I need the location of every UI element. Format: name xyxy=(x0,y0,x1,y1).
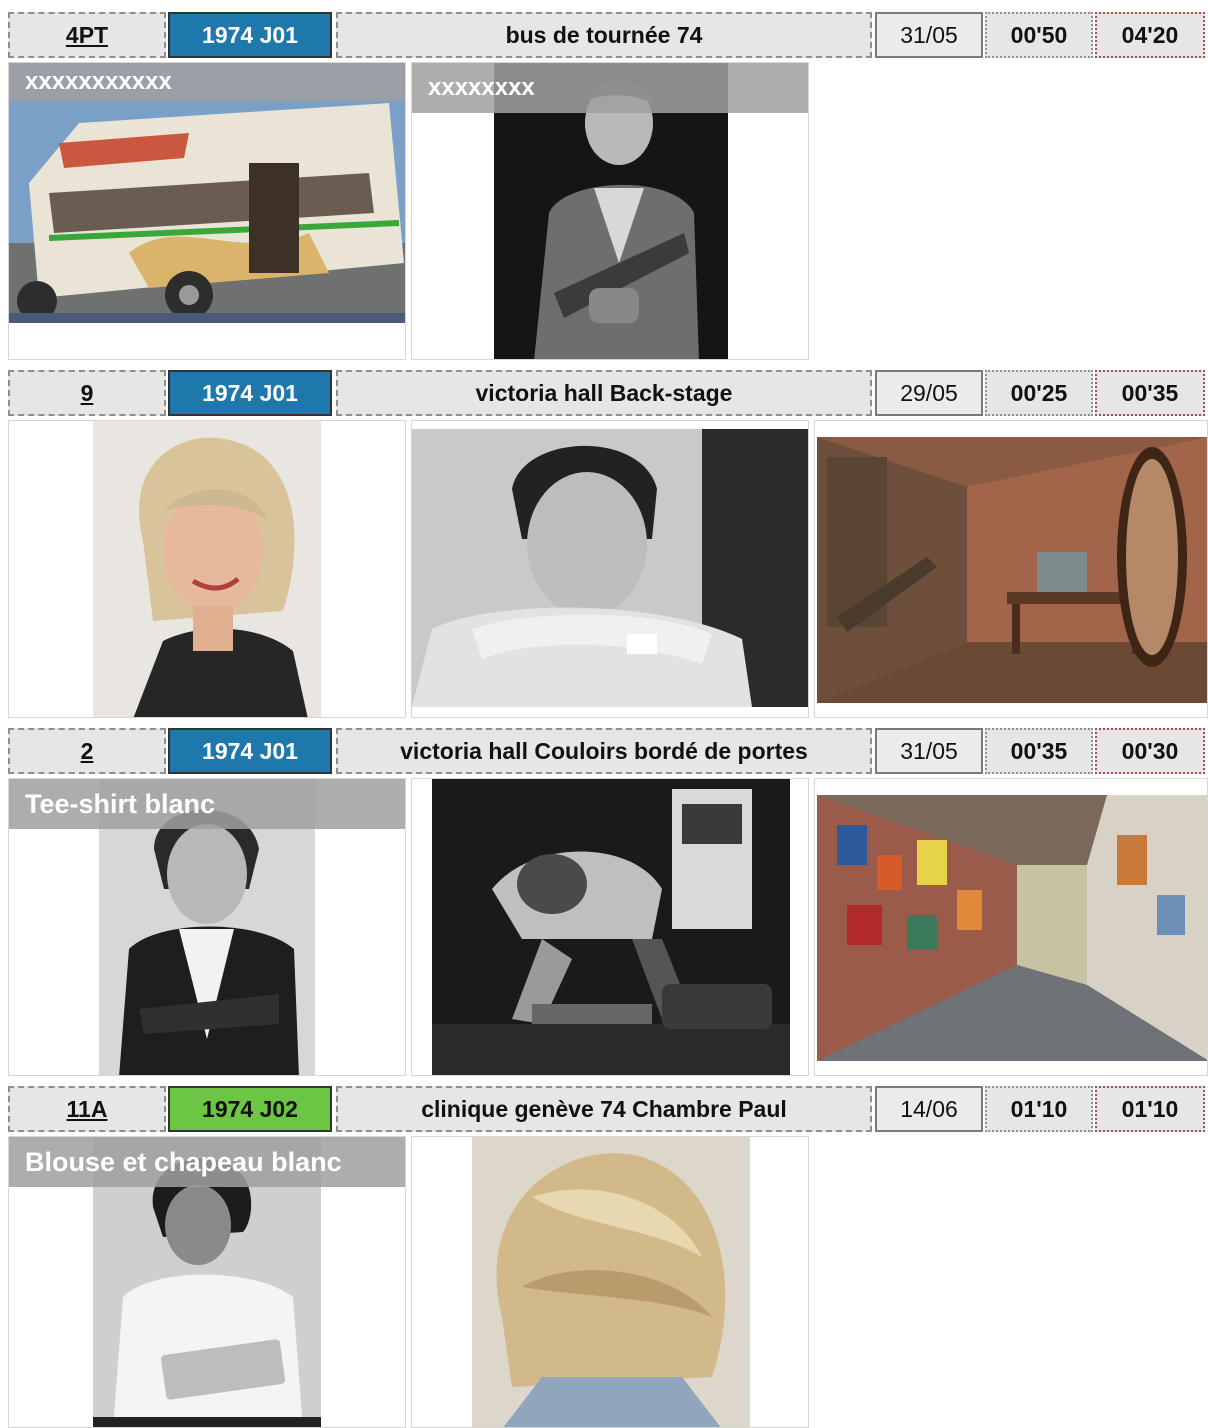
scene-date: 29/05 xyxy=(875,370,983,416)
bus-photo xyxy=(9,63,405,323)
scene-header: 2 1974 J01 victoria hall Couloirs bordé … xyxy=(0,724,1208,776)
scene-title: victoria hall Couloirs bordé de portes xyxy=(336,728,872,774)
scene-time: 00'30 xyxy=(1095,728,1205,774)
scene-duration: 00'50 xyxy=(985,12,1093,58)
reference-panel: Blouse et chapeau blanc xyxy=(8,1136,406,1428)
scene-date: 14/06 xyxy=(875,1086,983,1132)
scene-number[interactable]: 4PT xyxy=(8,12,166,58)
scene-title: victoria hall Back-stage xyxy=(336,370,872,416)
reference-panel: xxxxxxxx xyxy=(411,62,809,360)
scene-date: 31/05 xyxy=(875,728,983,774)
poster-corridor-photo xyxy=(817,795,1207,1061)
scene-number[interactable]: 11A xyxy=(8,1086,166,1132)
scene-number[interactable]: 9 xyxy=(8,370,166,416)
stage-musician-photo xyxy=(432,779,790,1075)
reference-panel xyxy=(814,778,1208,1076)
reference-panel xyxy=(411,778,809,1076)
episode-badge: 1974 J01 xyxy=(168,370,332,416)
costume-caption: xxxxxxxx xyxy=(412,63,808,113)
scene-title: clinique genève 74 Chambre Paul xyxy=(336,1086,872,1132)
scene-time: 00'35 xyxy=(1095,370,1205,416)
scene-header: 11A 1974 J02 clinique genève 74 Chambre … xyxy=(0,1082,1208,1134)
reference-panel xyxy=(814,420,1208,718)
scene-date: 31/05 xyxy=(875,12,983,58)
layered-haircut-photo xyxy=(472,1137,750,1427)
reference-panel xyxy=(8,420,406,718)
scene-time: 04'20 xyxy=(1095,12,1205,58)
episode-badge: 1974 J01 xyxy=(168,728,332,774)
costume-caption: Tee-shirt blanc xyxy=(9,779,405,829)
scene-number[interactable]: 2 xyxy=(8,728,166,774)
blonde-woman-photo xyxy=(93,421,321,717)
episode-badge: 1974 J01 xyxy=(168,12,332,58)
reference-panel: Tee-shirt blanc xyxy=(8,778,406,1076)
scene-duration: 01'10 xyxy=(985,1086,1093,1132)
costume-caption: xxxxxxxxxxx xyxy=(9,63,405,101)
scene-duration: 00'35 xyxy=(985,728,1093,774)
scene-title: bus de tournée 74 xyxy=(336,12,872,58)
reference-panel: xxxxxxxxxxx xyxy=(8,62,406,360)
reference-panel xyxy=(411,420,809,718)
scene-header: 9 1974 J01 victoria hall Back-stage 29/0… xyxy=(0,366,1208,418)
scene-header: 4PT 1974 J01 bus de tournée 74 31/05 00'… xyxy=(0,8,1208,60)
scene-duration: 00'25 xyxy=(985,370,1093,416)
reference-panel xyxy=(411,1136,809,1428)
scene-time: 01'10 xyxy=(1095,1086,1205,1132)
costume-caption: Blouse et chapeau blanc xyxy=(9,1137,405,1187)
backstage-room-photo xyxy=(817,437,1207,703)
episode-badge: 1974 J02 xyxy=(168,1086,332,1132)
portrait-photo xyxy=(412,429,808,707)
